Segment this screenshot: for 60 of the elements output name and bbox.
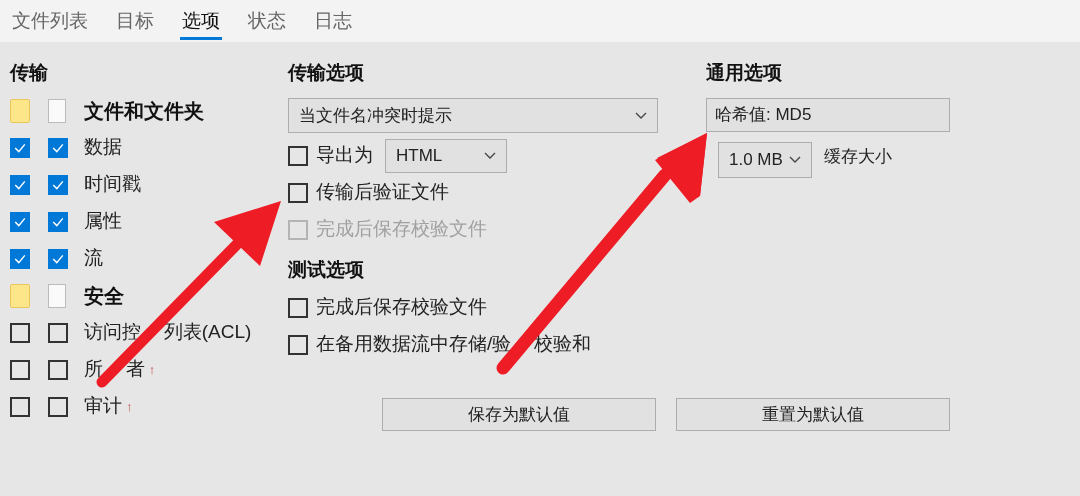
checkbox[interactable] bbox=[10, 211, 30, 232]
checkbox[interactable] bbox=[48, 396, 68, 417]
checkbox[interactable] bbox=[10, 137, 30, 158]
tab[interactable]: 目标 bbox=[114, 0, 156, 42]
checkbox[interactable] bbox=[10, 174, 30, 195]
group-label: 安全 bbox=[84, 283, 124, 309]
section-heading: 传输 bbox=[10, 61, 48, 86]
chevron-down-icon bbox=[635, 111, 647, 120]
checkbox[interactable] bbox=[10, 396, 30, 417]
option-label: 流 bbox=[84, 246, 103, 271]
option-label: 缓存大小 bbox=[824, 146, 892, 169]
chevron-down-icon bbox=[484, 151, 496, 160]
option-label: 时间戳 bbox=[84, 172, 141, 197]
conflict-dropdown[interactable]: 当文件名冲突时提示 bbox=[288, 98, 658, 133]
buffer-dropdown[interactable]: 1.0 MB bbox=[718, 142, 812, 178]
default-button[interactable]: 保存为默认值 bbox=[382, 398, 656, 431]
checkbox[interactable] bbox=[10, 322, 30, 343]
arrow-mark: ↑ bbox=[148, 360, 156, 379]
arrow-mark: ↑ bbox=[126, 397, 133, 416]
tab[interactable]: 选项 bbox=[180, 0, 222, 42]
section-heading: 传输选项 bbox=[288, 61, 364, 86]
checkbox[interactable] bbox=[288, 145, 308, 166]
file-icon bbox=[48, 98, 66, 123]
folder-icon bbox=[10, 98, 30, 123]
tab[interactable]: 文件列表 bbox=[10, 0, 90, 42]
option-label: 完成后保存校验文件 bbox=[316, 295, 487, 320]
hash-field[interactable]: 哈希值: MD5 bbox=[706, 98, 950, 132]
checkbox[interactable] bbox=[10, 359, 30, 380]
option-label: 导出为 bbox=[316, 143, 373, 168]
option-label: 在备用数据流中存储/验 bbox=[316, 332, 512, 357]
checkbox[interactable] bbox=[48, 248, 68, 269]
folder-icon bbox=[10, 283, 30, 308]
checkbox[interactable] bbox=[10, 248, 30, 269]
section-heading: 测试选项 bbox=[288, 258, 364, 283]
tab[interactable]: 状态 bbox=[246, 0, 288, 42]
option-label: 者 bbox=[125, 357, 145, 382]
option-label: 数据 bbox=[84, 135, 122, 160]
tab[interactable]: 日志 bbox=[312, 0, 354, 42]
option-label: 校验和 bbox=[534, 332, 592, 357]
section-heading: 通用选项 bbox=[706, 61, 782, 86]
default-button[interactable]: 重置为默认值 bbox=[676, 398, 950, 431]
checkbox[interactable] bbox=[288, 334, 308, 355]
option-label: 所 bbox=[84, 357, 103, 382]
checkbox[interactable] bbox=[288, 297, 308, 318]
checkbox[interactable] bbox=[48, 359, 68, 380]
checkbox[interactable] bbox=[288, 182, 308, 203]
option-label: 完成后保存校验文件 bbox=[316, 217, 487, 242]
option-label: 列表(ACL) bbox=[163, 320, 252, 345]
option-label: 审计 bbox=[84, 394, 122, 419]
option-label: 访问控 bbox=[84, 320, 141, 345]
format-dropdown[interactable]: HTML bbox=[385, 138, 507, 173]
file-icon bbox=[48, 283, 66, 308]
checkbox[interactable] bbox=[48, 322, 68, 343]
group-label: 文件和文件夹 bbox=[84, 98, 204, 124]
checkbox[interactable] bbox=[48, 137, 68, 158]
option-label: 属性 bbox=[84, 209, 122, 234]
option-label: 传输后验证文件 bbox=[316, 180, 449, 205]
chevron-down-icon bbox=[789, 156, 801, 164]
checkbox[interactable] bbox=[48, 174, 68, 195]
checkbox[interactable] bbox=[48, 211, 68, 232]
